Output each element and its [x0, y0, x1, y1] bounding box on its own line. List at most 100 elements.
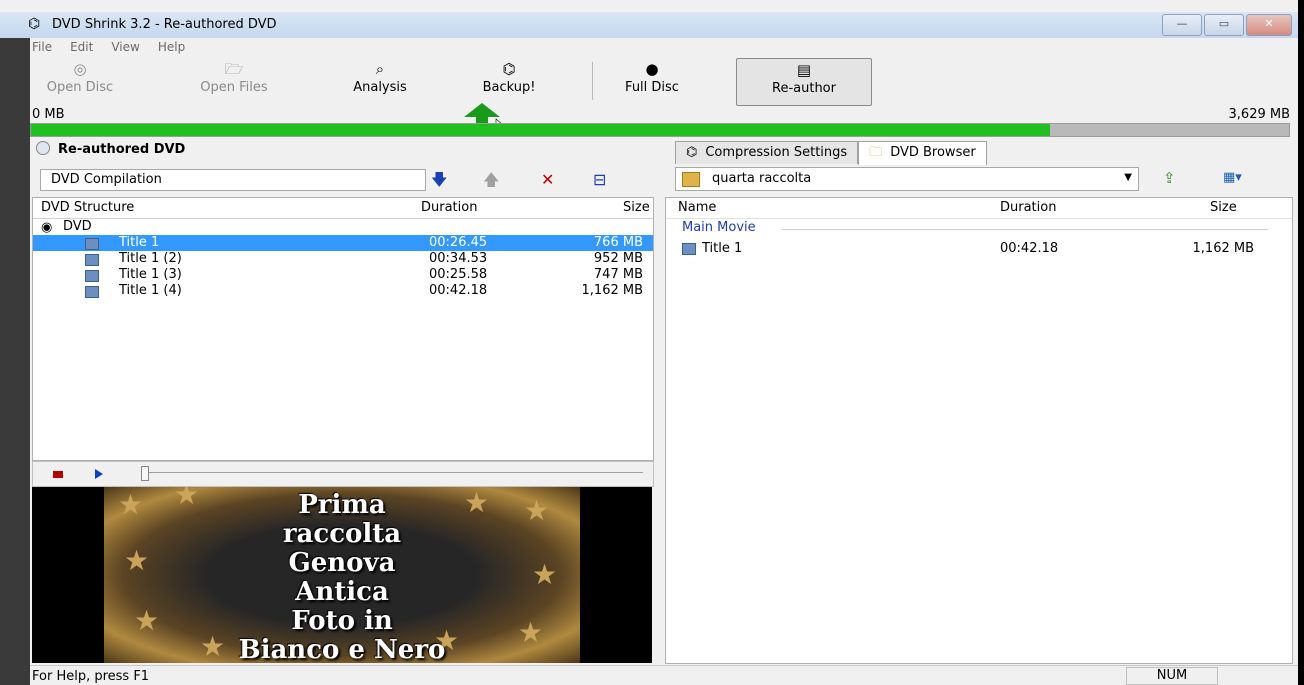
compilation-name-field[interactable]: DVD Compilation — [40, 169, 426, 191]
folder-dropdown[interactable]: quarta raccolta ▼ — [675, 167, 1139, 191]
reauthored-panel: Re-authored DVD DVD Compilation 🡇 🡅 ✕ ⊟ … — [30, 139, 655, 664]
row-duration: 00:34.53 — [429, 251, 488, 266]
col-size[interactable]: Size — [623, 200, 650, 215]
col-name[interactable]: Name — [678, 200, 716, 215]
re-author-button[interactable]: ▤ Re-author — [736, 58, 872, 106]
seek-slider-thumb[interactable] — [141, 466, 149, 481]
view-options-icon[interactable]: ▦▾ — [1223, 170, 1242, 185]
tree-root[interactable]: ◉ DVD — [33, 219, 653, 235]
row-duration: 00:25.58 — [429, 267, 488, 282]
tab-compression-settings[interactable]: ⌬ Compression Settings — [675, 141, 859, 164]
backup-icon: ⌬ — [502, 60, 516, 78]
table-row[interactable]: Title 1 (3) 00:25.58 747 MB — [33, 267, 653, 283]
caption-line: Antica — [295, 577, 389, 607]
minimize-button[interactable]: — — [1162, 14, 1202, 36]
folder-dropdown-value: quarta raccolta — [712, 171, 812, 186]
size-max-label: 3,629 MB — [1228, 107, 1290, 122]
row-size: 766 MB — [593, 235, 643, 250]
move-down-icon[interactable]: 🡇 — [431, 171, 447, 189]
num-lock-indicator: NUM — [1126, 667, 1218, 685]
toolbar-separator — [592, 62, 593, 100]
open-disc-button[interactable]: ◎ Open Disc — [40, 58, 120, 104]
caption-line: Genova — [288, 548, 396, 578]
row-name: Title 1 (4) — [119, 283, 182, 298]
title-icon — [682, 240, 696, 261]
compression-icon: ⌬ — [686, 145, 698, 160]
group-main-movie: Main Movie — [682, 220, 756, 235]
full-disc-icon: ● — [645, 60, 659, 78]
full-disc-button[interactable]: ● Full Disc — [616, 58, 688, 104]
backup-button[interactable]: ⌬ Backup! — [478, 58, 540, 104]
item-size: 1,162 MB — [1192, 241, 1254, 256]
menu-edit[interactable]: Edit — [68, 40, 95, 58]
preview-caption: Prima raccolta Genova Antica Foto in Bia… — [104, 490, 580, 664]
col-duration[interactable]: Duration — [1000, 200, 1056, 215]
tab-dvd-browser[interactable]: 🗀 DVD Browser — [858, 141, 987, 165]
delete-icon[interactable]: ✕ — [541, 171, 554, 189]
col-size[interactable]: Size — [1210, 200, 1237, 215]
re-author-label: Re-author — [772, 81, 836, 96]
window-title: DVD Shrink 3.2 - Re-authored DVD — [52, 17, 277, 32]
dvd-structure-tree[interactable]: DVD Structure Duration Size ◉ DVD Title … — [32, 197, 654, 461]
row-size: 952 MB — [593, 251, 643, 266]
item-duration: 00:42.18 — [1000, 241, 1059, 256]
browser-panel: ⌬ Compression Settings 🗀 DVD Browser quart… — [663, 139, 1293, 664]
panel-title: Re-authored DVD — [36, 141, 185, 157]
group-divider — [782, 229, 1268, 230]
row-duration: 00:26.45 — [429, 235, 488, 250]
open-files-button[interactable]: 🗁 Open Files — [194, 58, 274, 104]
list-item[interactable]: Title 1 00:42.18 1,162 MB — [678, 240, 1278, 258]
col-duration[interactable]: Duration — [421, 200, 477, 215]
row-name: Title 1 — [119, 235, 160, 250]
table-row[interactable]: Title 1 00:26.45 766 MB — [33, 235, 653, 251]
caption-line: Prima — [298, 490, 386, 520]
row-duration: 00:42.18 — [429, 283, 488, 298]
folder-icon: 🗀 — [869, 145, 883, 160]
play-icon[interactable] — [95, 469, 103, 479]
analysis-icon: ⌕ — [375, 60, 385, 78]
browser-header: Name Duration Size — [666, 198, 1292, 219]
title-bar[interactable]: ⌬ DVD Shrink 3.2 - Re-authored DVD — ▭ ✕ — [0, 12, 1298, 38]
close-button[interactable]: ✕ — [1246, 14, 1292, 36]
stop-icon[interactable] — [53, 471, 63, 478]
size-row: 0 MB 3,629 MB — [30, 105, 1298, 123]
app-window: ⌬ DVD Shrink 3.2 - Re-authored DVD — ▭ ✕… — [0, 0, 1298, 685]
chevron-down-icon[interactable]: ▼ — [1124, 172, 1132, 183]
dvd-icon: ◉ — [41, 220, 53, 235]
size-progress-fill — [31, 124, 1050, 136]
backup-label: Backup! — [482, 80, 536, 95]
window-controls: — ▭ ✕ — [1162, 14, 1292, 36]
dvdshrink-icon: ⌬ — [28, 16, 41, 32]
structure-header: DVD Structure Duration Size — [33, 198, 653, 219]
caption-line: Foto in — [291, 606, 393, 636]
panel-title-text: Re-authored DVD — [58, 142, 186, 157]
caption-line: Bianco e Nero — [238, 635, 446, 664]
table-row[interactable]: Title 1 (4) 00:42.18 1,162 MB — [33, 283, 653, 299]
dvd-browser-list[interactable]: Name Duration Size Main Movie Title 1 00… — [665, 197, 1293, 664]
tab-strip: ⌬ Compression Settings 🗀 DVD Browser — [675, 141, 987, 165]
tab-label: DVD Browser — [890, 145, 976, 160]
seek-slider-track[interactable] — [149, 472, 643, 473]
browser-toolbar: ⇪ ▦▾ — [1163, 167, 1273, 189]
open-folder-icon: 🗁 — [224, 60, 244, 78]
open-files-label: Open Files — [200, 80, 268, 95]
menu-help[interactable]: Help — [156, 40, 187, 58]
menu-file[interactable]: File — [30, 40, 54, 58]
item-name: Title 1 — [702, 241, 743, 256]
maximize-button[interactable]: ▭ — [1204, 14, 1244, 36]
table-row[interactable]: Title 1 (2) 00:34.53 952 MB — [33, 251, 653, 267]
background-strip — [0, 38, 30, 685]
size-min-label: 0 MB — [32, 107, 65, 122]
up-folder-icon[interactable]: ⇪ — [1163, 169, 1176, 187]
properties-icon[interactable]: ⊟ — [593, 171, 606, 189]
re-author-icon: ▤ — [796, 61, 812, 79]
menu-view[interactable]: View — [109, 40, 141, 58]
full-disc-label: Full Disc — [625, 80, 679, 95]
caption-line: raccolta — [282, 519, 402, 549]
col-structure[interactable]: DVD Structure — [41, 200, 134, 215]
move-up-icon[interactable]: 🡅 — [483, 171, 499, 189]
tab-label: Compression Settings — [705, 145, 848, 160]
analysis-button[interactable]: ⌕ Analysis — [340, 58, 420, 104]
status-bar: For Help, press F1 NUM — [30, 665, 1298, 685]
disc-icon — [36, 141, 50, 155]
